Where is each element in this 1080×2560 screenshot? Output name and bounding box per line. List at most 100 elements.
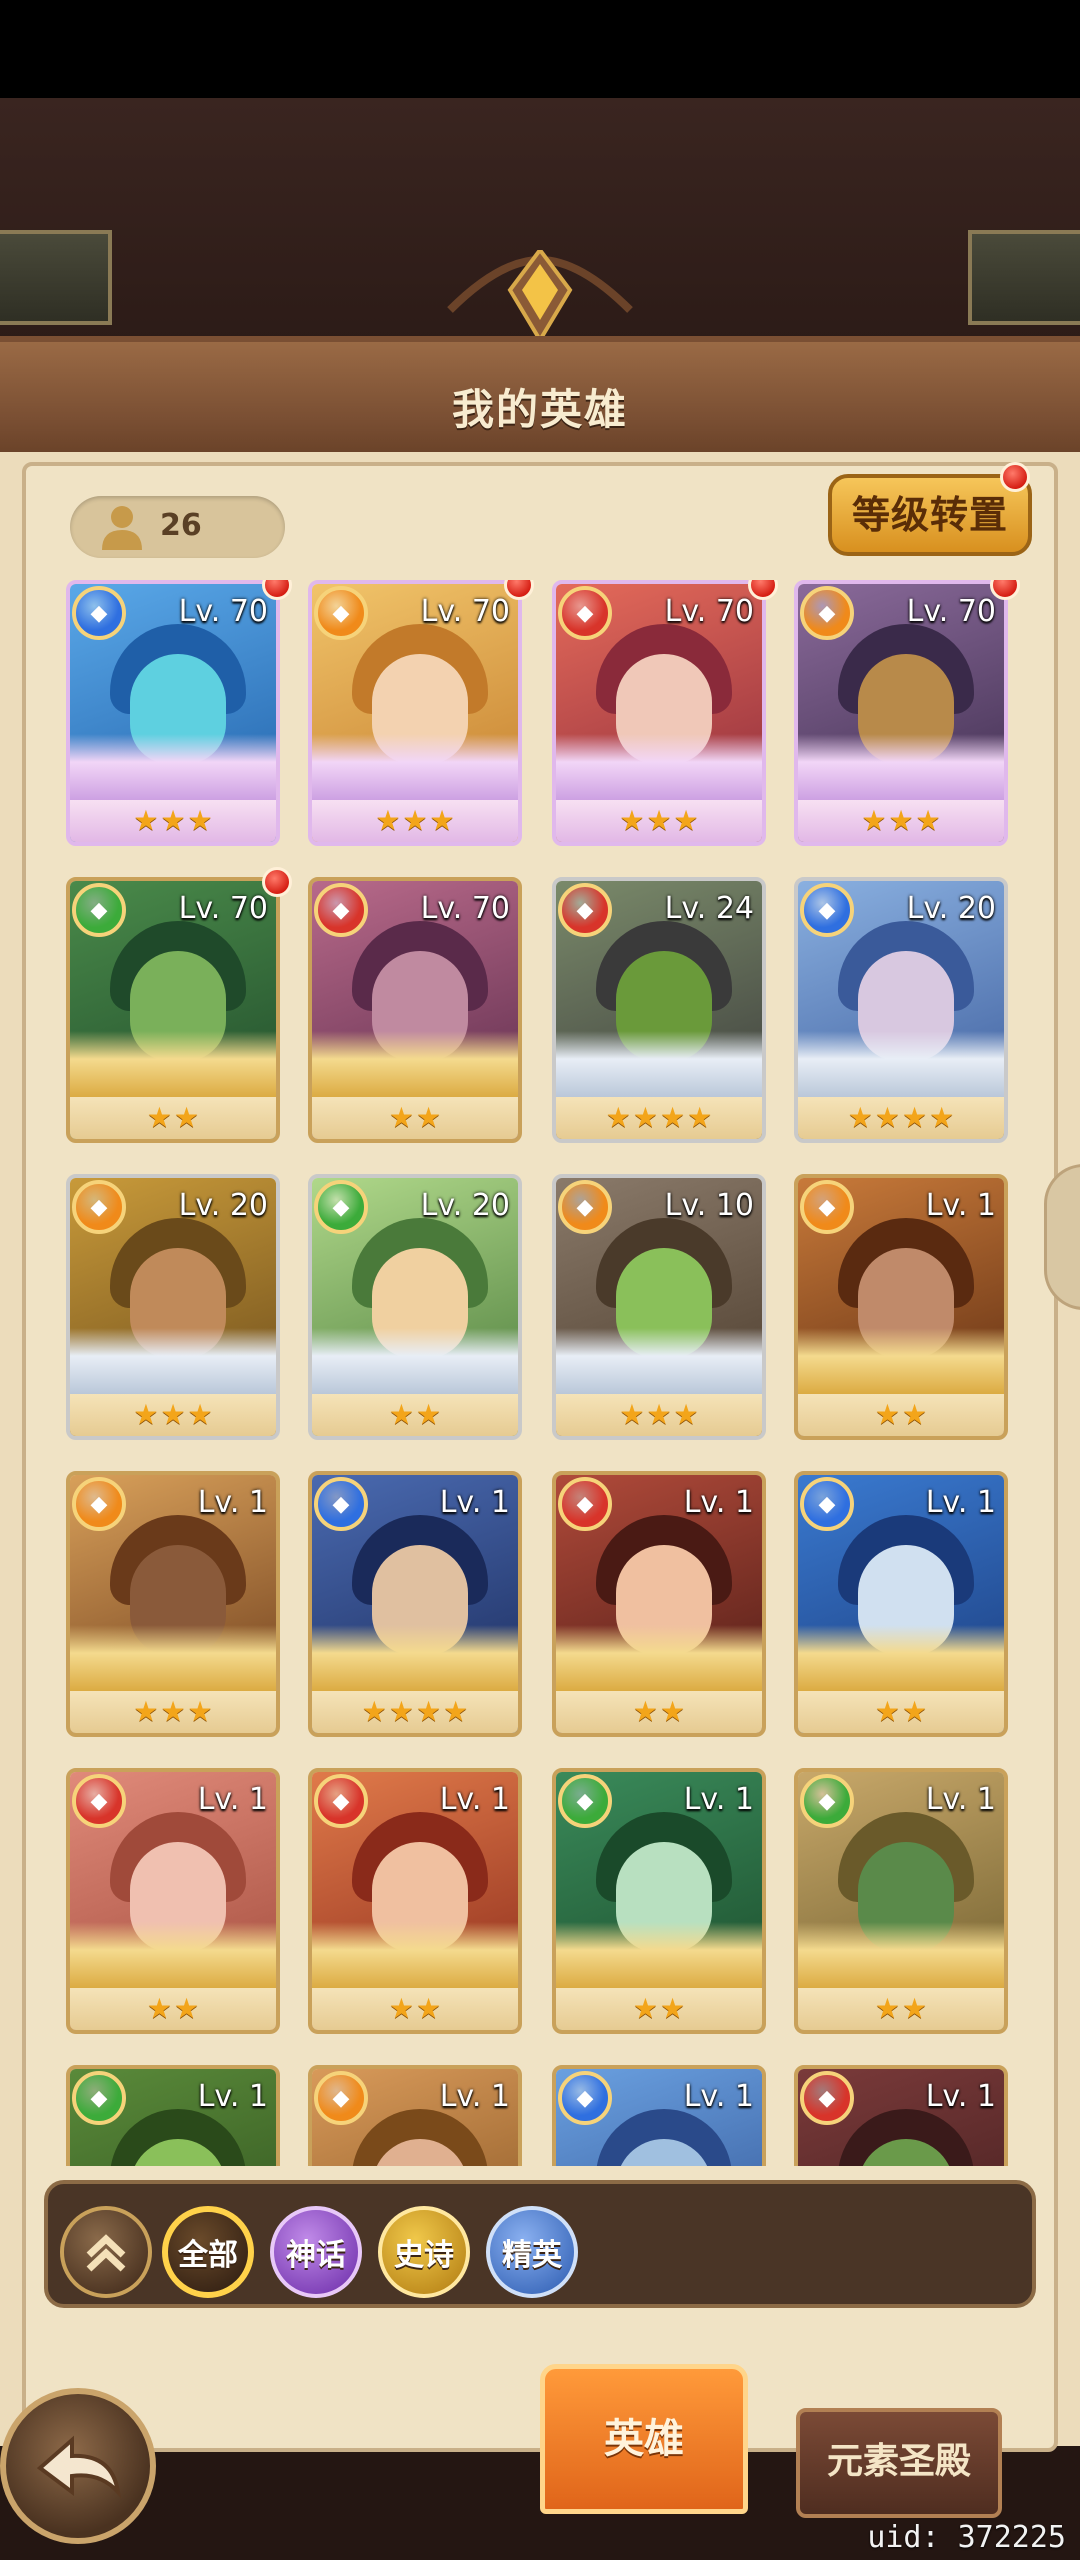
hero-card[interactable]: ★ ★ ★ ★ ◆ Lv. 24 [552,877,766,1143]
hero-level: Lv. 1 [439,1485,510,1520]
hero-card[interactable]: ★★◆Lv. 1 [66,2065,280,2166]
star-icon: ★ [160,1398,186,1431]
star-icon: ★ [416,1695,442,1728]
hero-card[interactable]: ★ ★ ★ ★ ◆ Lv. 1 [308,1471,522,1737]
rarity-frame [556,1031,762,1101]
star-icon: ★ [388,1398,414,1431]
hero-card[interactable]: ★ ★ ◆ Lv. 70 [308,877,522,1143]
hero-card[interactable]: ★ ★ ★ ◆ Lv. 70 [794,580,1008,846]
hero-card[interactable]: ★★◆Lv. 1 [552,1768,766,2034]
status-bar [0,0,1080,98]
rarity-frame [312,1922,518,1992]
hero-card[interactable]: ★★ ◆ Lv. 1 [794,1768,1008,2034]
star-rating: ★ ★ ★ ★ [312,1691,518,1733]
star-icon: ★ [660,1101,686,1134]
star-icon: ★ [187,804,213,837]
back-button[interactable] [0,2388,156,2544]
star-icon: ★ [146,1101,172,1134]
star-icon: ★ [874,1101,900,1134]
double-chevron-up-icon [86,2234,126,2272]
side-drawer-handle[interactable] [1044,1164,1080,1310]
star-icon: ★ [133,1695,159,1728]
rarity-frame [798,734,1004,804]
hero-card[interactable]: ★★◆Lv. 1 [794,1174,1008,1440]
hero-level: Lv. 70 [420,891,510,926]
filter-label: 史诗 [394,2238,454,2273]
hero-level: Lv. 1 [439,1782,510,1817]
filter-all-button[interactable]: 全部 [162,2206,254,2298]
hero-card[interactable]: ★★◆Lv. 1 [66,1768,280,2034]
rarity-frame [312,1328,518,1398]
hero-level: Lv. 1 [925,2079,996,2114]
hero-level: Lv. 10 [664,1188,754,1223]
filter-elite-button[interactable]: 精英 [486,2206,578,2298]
fire-element-icon: ◆ [72,1774,126,1828]
star-rating: ★ ★ ★ ★ [556,1097,762,1139]
level-transfer-button[interactable]: 等级转置 [828,474,1032,556]
star-icon: ★ [416,1101,442,1134]
tab-element-temple[interactable]: 元素圣殿 [796,2408,1002,2518]
hero-card[interactable]: ★ ★ ★ ◆ Lv. 1 [66,1471,280,1737]
star-rating: ★ ★ ★ [556,800,762,842]
hero-card[interactable]: ★ ★ ★ ◆ Lv. 70 [552,580,766,846]
star-rating: ★ ★ [798,1988,1004,2030]
hero-grid: ★ ★ ★ ◆ Lv. 70 ★ ★ ★ ◆ Lv. 70 ★ ★ ★ ◆ Lv. 70 ★ ★ ★ ◆ Lv. 70… [0,580,1080,2166]
hero-card[interactable]: ★★◆Lv. 1 [308,1768,522,2034]
star-icon: ★ [861,804,887,837]
hero-card[interactable]: ★★◆Lv. 1 [794,2065,1008,2166]
star-icon: ★ [874,1695,900,1728]
filter-epic-button[interactable]: 史诗 [378,2206,470,2298]
wind-element-icon: ◆ [800,1774,854,1828]
water-element-icon: ◆ [800,1477,854,1531]
star-rating: ★ ★ [556,1988,762,2030]
wind-element-icon: ◆ [72,2071,126,2125]
star-icon: ★ [902,1398,928,1431]
filter-myth-button[interactable]: 神话 [270,2206,362,2298]
star-rating: ★ ★ ★ ★ [798,1097,1004,1139]
hero-level: Lv. 70 [178,891,268,926]
hero-card[interactable]: ★ ★ ★ ◆ Lv. 70 [66,580,280,846]
hero-card[interactable]: ★★◆Lv. 1 [552,2065,766,2166]
star-icon: ★ [687,1101,713,1134]
hero-card[interactable]: ★★◆Lv. 1 [552,1471,766,1737]
hero-level: Lv. 70 [420,594,510,629]
hero-card[interactable]: ★ ★ ★ ◆ Lv. 70 [308,580,522,846]
tab-heroes[interactable]: 英雄 [540,2364,748,2514]
star-icon: ★ [160,1695,186,1728]
hero-card[interactable]: ★ ★ ★ ◆ Lv. 20 [66,1174,280,1440]
rarity-frame [70,1922,276,1992]
star-icon: ★ [416,1398,442,1431]
rarity-frame [798,1328,1004,1398]
star-rating: ★ ★ ★ [312,800,518,842]
water-element-icon: ◆ [72,586,126,640]
star-icon: ★ [646,804,672,837]
hero-card[interactable]: ★ ★ ★ ★ ◆ Lv. 20 [794,877,1008,1143]
page-title: 我的英雄 [451,385,628,434]
left-pillar-decoration [0,230,112,325]
hero-card[interactable]: ★ ★ ◆ Lv. 70 [66,877,280,1143]
fire-element-icon: ◆ [558,1477,612,1531]
light-element-icon: ◆ [314,586,368,640]
star-rating: ★ ★ [312,1988,518,2030]
hero-card[interactable]: ★ ★ ★ ◆ Lv. 10 [552,1174,766,1440]
hero-card[interactable]: ★★◆Lv. 1 [308,2065,522,2166]
star-rating: ★ ★ ★ [70,800,276,842]
back-arrow-icon [36,2435,122,2499]
rarity-frame [798,1625,1004,1695]
hero-level: Lv. 70 [664,594,754,629]
hero-level: Lv. 1 [439,2079,510,2114]
star-rating: ★ ★ ★ [70,1394,276,1436]
panel-header: 我的英雄 [0,342,1080,452]
star-rating: ★ ★ [312,1394,518,1436]
star-rating: ★ ★ [556,1691,762,1733]
hero-card[interactable]: ★ ★ ◆ Lv. 20 [308,1174,522,1440]
filter-label: 精英 [502,2238,562,2273]
wind-element-icon: ◆ [314,1180,368,1234]
star-rating: ★ ★ [312,1097,518,1139]
rarity-frame [798,1031,1004,1101]
hero-level: Lv. 1 [925,1782,996,1817]
collapse-button[interactable] [60,2206,152,2298]
hero-card[interactable]: ★★◆Lv. 1 [794,1471,1008,1737]
wind-element-icon: ◆ [72,883,126,937]
rarity-frame [556,1328,762,1398]
